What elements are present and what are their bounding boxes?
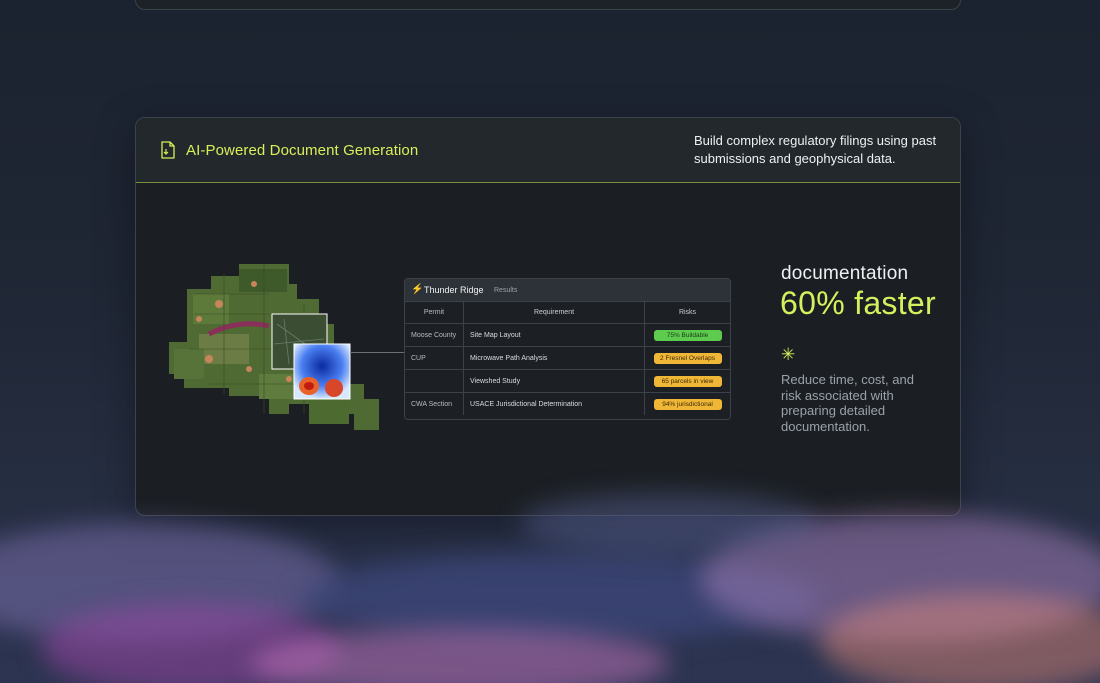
risk-badge: 2 Fresnel Overlaps [653, 352, 722, 364]
permit-cell: CWA Section [405, 392, 464, 415]
feature-card-header: AI-Powered Document Generation Build com… [136, 118, 960, 183]
sparkle-icon: ✳ [781, 345, 796, 364]
previous-card [135, 0, 961, 10]
table-row: Moose County Site Map Layout 75% Buildab… [405, 323, 730, 347]
table-row: CUP Microwave Path Analysis 2 Fresnel Ov… [405, 346, 730, 370]
feature-description: Build complex regulatory filings using p… [694, 133, 937, 166]
results-panel: ⚡ Thunder Ridge Results Permit Requireme… [404, 278, 731, 420]
risk-badge: 65 parcels in view [653, 375, 722, 387]
connector-line [350, 352, 404, 353]
sunset-sky-background [0, 433, 1100, 683]
risk-cell: 75% Buildable [644, 323, 730, 347]
lightning-icon: ⚡ [411, 284, 424, 295]
column-header-risks: Risks [644, 302, 730, 324]
permit-cell [405, 369, 464, 393]
results-title: Thunder Ridge [424, 285, 484, 295]
table-row: Viewshed Study 65 parcels in view [405, 369, 730, 393]
permit-cell: Moose County [405, 323, 464, 347]
table-row: CWA Section USACE Jurisdictional Determi… [405, 392, 731, 416]
document-icon [161, 141, 175, 159]
permit-cell: CUP [405, 346, 464, 370]
stat-label: documentation [781, 263, 909, 284]
risk-cell: 94% jurisdictional [645, 393, 731, 416]
stat-description: Reduce time, cost, and risk associated w… [781, 372, 914, 434]
table-header-row: Permit Requirement Risks [405, 302, 730, 324]
risk-badge: 94% jurisdictional [653, 398, 722, 410]
results-header: ⚡ Thunder Ridge Results [405, 279, 730, 302]
stat-value: 60% faster [780, 285, 936, 321]
requirement-cell: USACE Jurisdictional Determination [463, 392, 645, 415]
column-header-requirement: Requirement [463, 302, 645, 324]
requirement-cell: Microwave Path Analysis [463, 346, 645, 370]
requirement-cell: Viewshed Study [463, 369, 645, 393]
column-header-permit: Permit [405, 302, 464, 324]
risk-cell: 2 Fresnel Overlaps [644, 346, 730, 370]
risk-cell: 65 parcels in view [644, 369, 730, 393]
risk-badge: 75% Buildable [653, 329, 722, 341]
results-subtitle: Results [494, 287, 518, 294]
feature-title: AI-Powered Document Generation [186, 142, 419, 159]
parcel-map-image [169, 264, 379, 430]
requirement-cell: Site Map Layout [463, 323, 645, 347]
results-table: Permit Requirement Risks Moose County Si… [405, 302, 730, 415]
